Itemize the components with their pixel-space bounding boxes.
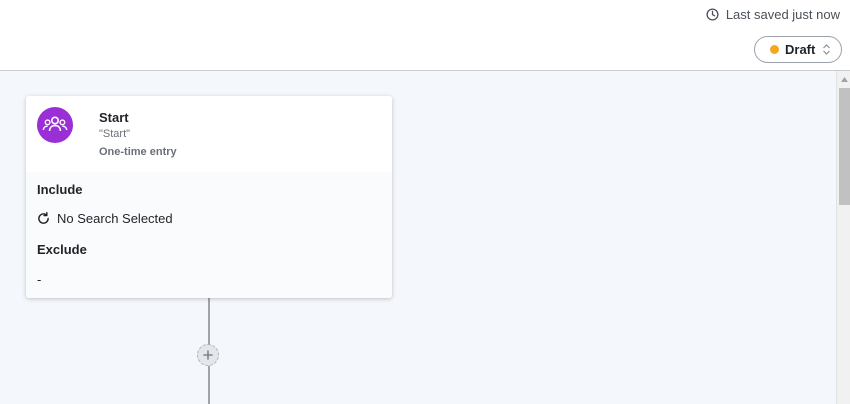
vertical-scrollbar[interactable] [836, 71, 850, 404]
last-saved-text: Last saved just now [725, 6, 840, 22]
start-node-entry-type: One-time entry [99, 146, 177, 158]
top-bar: Last saved just now Draft [0, 0, 850, 71]
exclude-label: Exclude [37, 242, 87, 257]
start-node-subtitle: "Start" [99, 128, 131, 140]
status-dot [770, 45, 779, 54]
include-value-row[interactable]: No Search Selected [37, 211, 173, 226]
start-node-body: Include No Search Selected Exclude - [26, 172, 392, 298]
include-value: No Search Selected [57, 211, 173, 226]
start-node-header: Start "Start" One-time entry [26, 96, 392, 172]
scroll-thumb[interactable] [839, 88, 850, 205]
scroll-up-arrow[interactable] [837, 73, 850, 85]
exclude-value: - [37, 272, 42, 287]
start-node-avatar [37, 107, 73, 143]
status-label: Draft [785, 42, 816, 57]
chevron-up-down-icon [823, 44, 830, 55]
caret-up-icon [840, 76, 848, 82]
start-node-title: Start [99, 110, 129, 125]
users-group-icon [42, 116, 68, 132]
include-label: Include [37, 182, 83, 197]
plus-icon [203, 350, 213, 360]
last-saved-indicator: Last saved just now [706, 6, 840, 22]
add-step-button[interactable] [197, 344, 219, 366]
refresh-icon [38, 212, 49, 224]
status-dropdown[interactable]: Draft [754, 36, 842, 63]
clock-icon [706, 7, 719, 21]
start-node-card[interactable]: Start "Start" One-time entry Include No … [26, 96, 392, 298]
